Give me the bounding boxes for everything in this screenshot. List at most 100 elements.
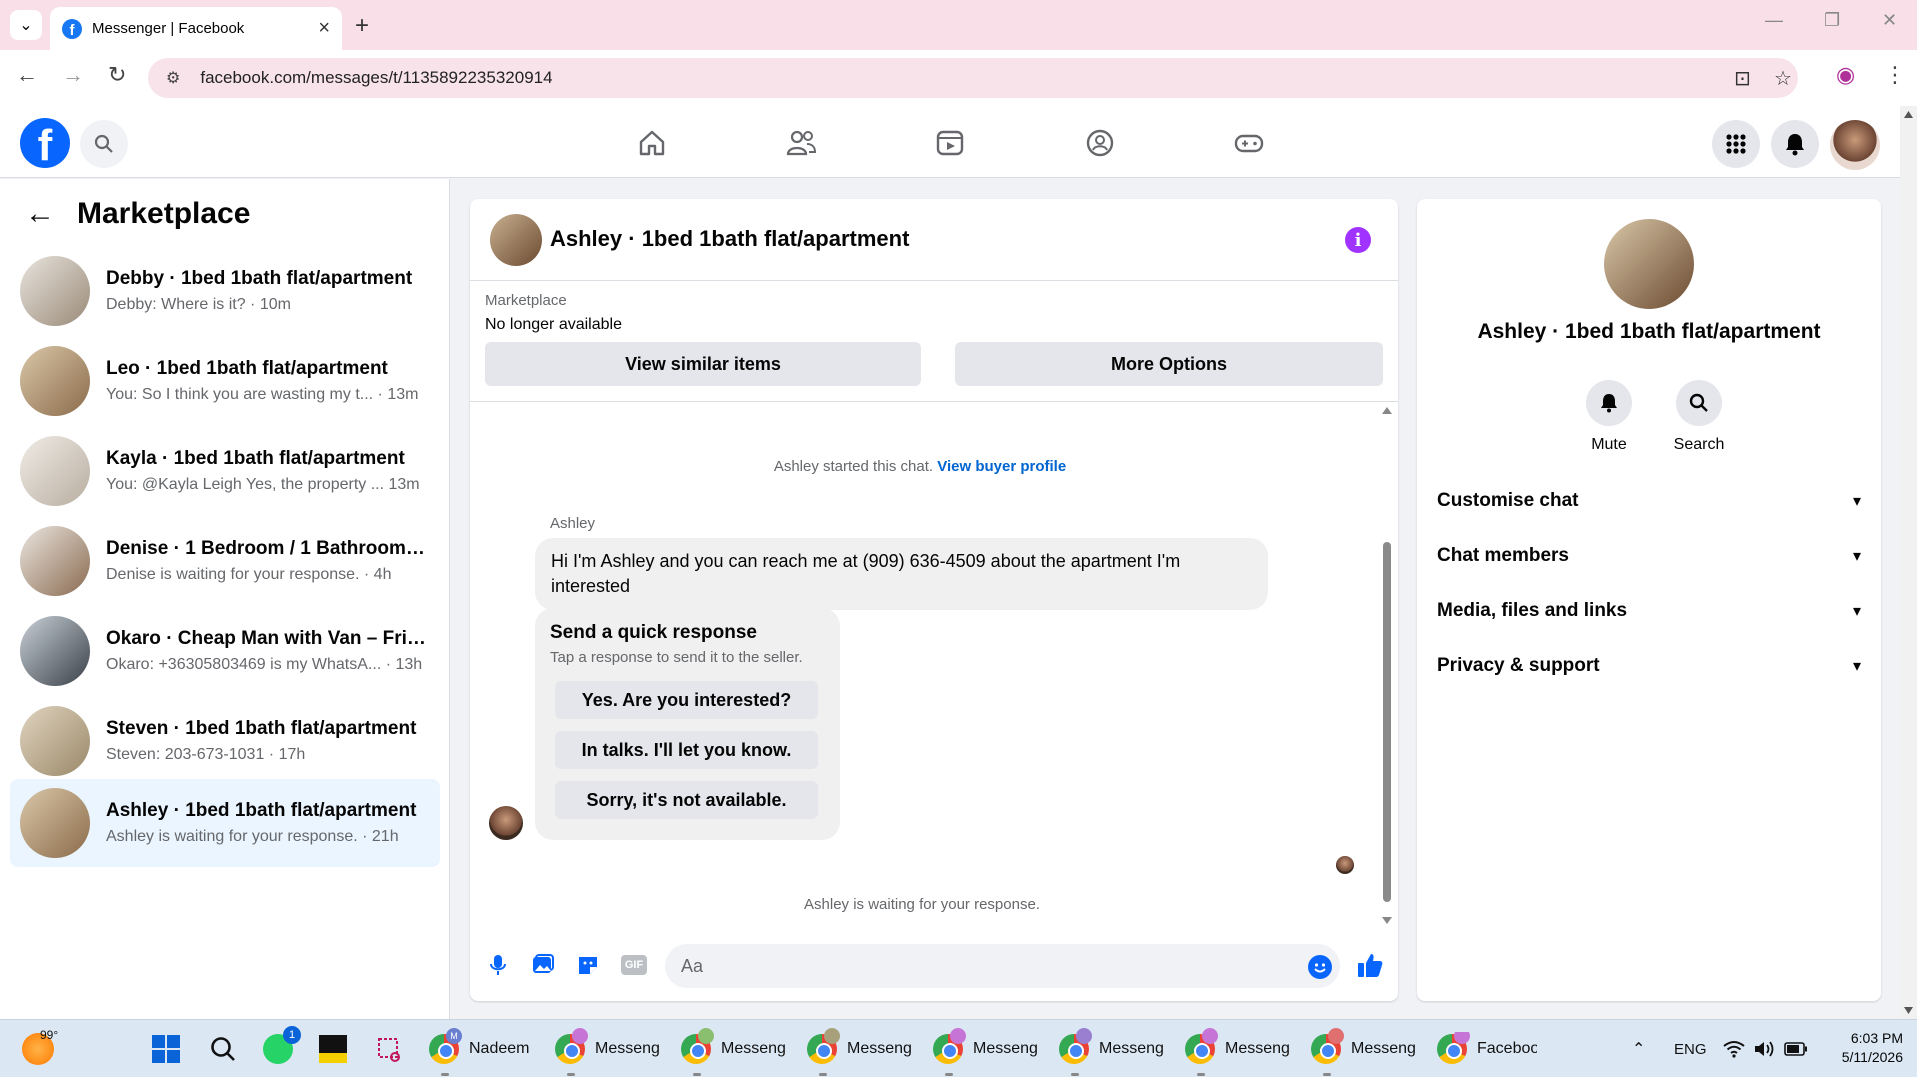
browser-tab-strip: ⌄ f Messenger | Facebook × + — ❐ ✕: [0, 0, 1917, 50]
quick-response-option[interactable]: Sorry, it's not available.: [555, 781, 818, 819]
install-app-icon[interactable]: ⊡: [1734, 66, 1751, 91]
conversation-item[interactable]: Denise · 1 Bedroom / 1 Bathroom ... Denis…: [10, 517, 440, 605]
taskbar-app-messenger[interactable]: Messeng: [555, 1028, 660, 1076]
forward-icon[interactable]: →: [62, 62, 84, 88]
browser-profile-icon[interactable]: ◉: [1836, 62, 1855, 88]
mute-button[interactable]: Mute: [1569, 380, 1649, 454]
sticker-icon[interactable]: [576, 953, 600, 977]
conversation-item[interactable]: Leo · 1bed 1bath flat/apartment You: So I…: [10, 337, 440, 425]
conversation-item-active[interactable]: Ashley · 1bed 1bath flat/apartment Ashley…: [10, 779, 440, 867]
avatar: [20, 616, 90, 686]
notifications-bell-icon[interactable]: [1771, 120, 1819, 168]
language-indicator[interactable]: ENG: [1674, 1032, 1707, 1066]
conversation-preview: Okaro: +36305803469 is my WhatsA... · 13…: [106, 656, 423, 673]
groups-icon[interactable]: [1077, 120, 1123, 166]
photo-icon[interactable]: [531, 953, 555, 977]
snipping-tool-icon[interactable]: [375, 1032, 403, 1066]
conversation-preview: Denise is waiting for your response. · 4…: [106, 566, 392, 583]
section-label: Media, files and links: [1437, 600, 1628, 621]
gaming-icon[interactable]: [1226, 120, 1272, 166]
taskbar-app-messenger[interactable]: Messeng: [1311, 1028, 1416, 1076]
close-tab-icon[interactable]: ×: [318, 17, 330, 40]
conversation-item[interactable]: Debby · 1bed 1bath flat/apartment Debby: …: [10, 247, 440, 335]
conversation-item[interactable]: Okaro · Cheap Man with Van – Frie... Okar…: [10, 607, 440, 695]
friends-icon[interactable]: [778, 120, 824, 166]
taskbar-app-messenger[interactable]: Messeng: [933, 1028, 1038, 1076]
conversation-name: Kayla · 1bed 1bath flat/apartment: [106, 448, 405, 469]
message-input[interactable]: Aa: [665, 944, 1340, 988]
clock[interactable]: 6:03 PM 5/11/2026: [1823, 1029, 1903, 1067]
show-hidden-icons-chevron-icon[interactable]: ⌃: [1632, 1032, 1645, 1066]
close-window-icon[interactable]: ✕: [1882, 10, 1897, 31]
weather-widget[interactable]: 99°: [22, 1028, 58, 1066]
browser-tab[interactable]: f Messenger | Facebook ×: [50, 7, 342, 50]
browser-menu-icon[interactable]: ⋮: [1884, 62, 1906, 88]
chevron-down-icon: ▾: [1852, 658, 1861, 675]
taskbar-app-facebook[interactable]: Facebool: [1437, 1032, 1537, 1066]
taskbar-search-icon[interactable]: [209, 1032, 237, 1066]
microphone-icon[interactable]: [486, 953, 510, 977]
media-files-links-section[interactable]: Media, files and links ▾: [1437, 591, 1861, 631]
avatar: [20, 436, 90, 506]
view-buyer-profile-link[interactable]: View buyer profile: [937, 458, 1066, 475]
customise-chat-section[interactable]: Customise chat ▾: [1437, 481, 1861, 521]
taskbar-app-messenger[interactable]: Messeng: [681, 1028, 786, 1076]
conversation-item[interactable]: Steven · 1bed 1bath flat/apartment Steven…: [10, 697, 440, 785]
battery-icon[interactable]: [1784, 1032, 1808, 1066]
privacy-support-section[interactable]: Privacy & support ▾: [1437, 646, 1861, 686]
search-icon[interactable]: [80, 120, 128, 168]
chat-title[interactable]: Ashley · 1bed 1bath flat/apartment: [550, 226, 909, 252]
like-thumb-icon[interactable]: [1356, 951, 1383, 977]
facebook-top-bar: f: [0, 106, 1900, 178]
tab-search-dropdown[interactable]: ⌄: [10, 10, 42, 40]
whatsapp-icon[interactable]: 1: [263, 1026, 301, 1066]
wifi-icon[interactable]: [1723, 1032, 1745, 1066]
sidebar-title: Marketplace: [77, 197, 251, 230]
home-icon[interactable]: [629, 120, 675, 166]
conversation-name: Debby · 1bed 1bath flat/apartment: [106, 268, 413, 289]
back-icon[interactable]: ←: [16, 62, 38, 88]
chat-members-section[interactable]: Chat members ▾: [1437, 536, 1861, 576]
read-receipt-avatar: [1336, 856, 1354, 874]
tab-title: Messenger | Facebook: [92, 20, 245, 37]
site-settings-icon[interactable]: ⚙: [166, 68, 180, 88]
conversation-preview: You: So I think you are wasting my t... …: [106, 386, 419, 403]
minimize-icon[interactable]: —: [1765, 10, 1783, 31]
page-scrollbar[interactable]: [1900, 106, 1917, 1019]
volume-icon[interactable]: [1753, 1032, 1775, 1066]
taskbar-app-messenger[interactable]: Messeng: [1059, 1028, 1164, 1076]
chat-scrollbar[interactable]: [1380, 402, 1394, 927]
view-similar-button[interactable]: View similar items: [485, 342, 921, 386]
video-icon[interactable]: [927, 120, 973, 166]
taskbar-app-nadeem[interactable]: M Nadeem: [429, 1028, 529, 1076]
conversation-item[interactable]: Kayla · 1bed 1bath flat/apartment You: @K…: [10, 427, 440, 515]
search-conversation-button[interactable]: Search: [1659, 380, 1739, 454]
marketplace-sidebar: ← Marketplace Debby · 1bed 1bath flat/ap…: [0, 179, 450, 1019]
address-bar[interactable]: ⚙ facebook.com/messages/t/11358922353209…: [148, 58, 1798, 98]
more-options-button[interactable]: More Options: [955, 342, 1383, 386]
emoji-icon[interactable]: [1308, 955, 1332, 979]
windows-logo-icon: [152, 1035, 180, 1063]
back-arrow-icon[interactable]: ←: [25, 197, 55, 231]
chevron-down-icon: ▾: [1852, 603, 1861, 620]
facebook-logo-icon[interactable]: f: [20, 118, 70, 168]
quick-response-option[interactable]: Yes. Are you interested?: [555, 681, 818, 719]
restore-icon[interactable]: ❐: [1824, 10, 1840, 31]
info-icon[interactable]: i: [1345, 227, 1371, 253]
avatar: [20, 346, 90, 416]
reload-icon[interactable]: ↻: [108, 62, 126, 88]
listing-status: No longer available: [485, 316, 622, 333]
menu-grid-icon[interactable]: [1712, 120, 1760, 168]
url-text[interactable]: facebook.com/messages/t/1135892235320914: [200, 68, 552, 88]
taskbar-app-messenger[interactable]: Messeng: [807, 1028, 912, 1076]
bookmark-star-icon[interactable]: ☆: [1774, 66, 1792, 91]
profile-avatar[interactable]: [1830, 120, 1880, 170]
chat-avatar[interactable]: [490, 214, 542, 266]
quick-response-option[interactable]: In talks. I'll let you know.: [555, 731, 818, 769]
started-text: Ashley started this chat.: [773, 458, 934, 475]
sticky-notes-icon[interactable]: [319, 1032, 347, 1066]
start-button[interactable]: [151, 1032, 181, 1066]
gif-icon[interactable]: GIF: [621, 955, 647, 975]
new-tab-icon[interactable]: +: [355, 12, 369, 40]
taskbar-app-messenger[interactable]: Messeng: [1185, 1028, 1290, 1076]
